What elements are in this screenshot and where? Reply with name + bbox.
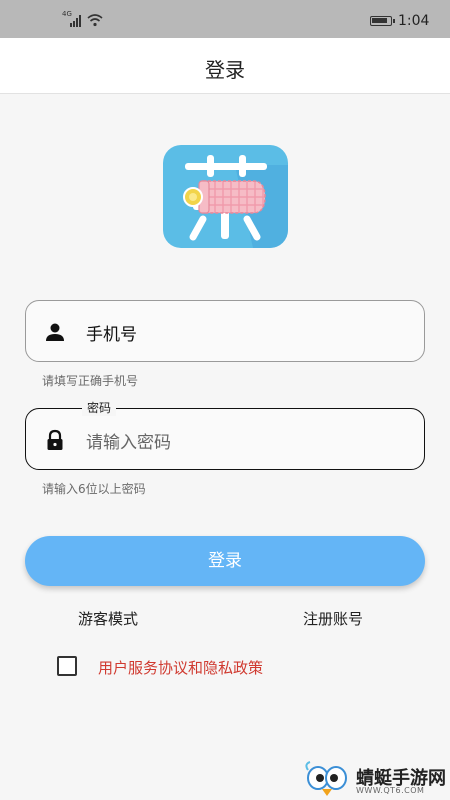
phone-input[interactable]: 手机号	[86, 320, 137, 345]
status-time: 1:04	[398, 13, 430, 29]
page-title: 登录	[205, 58, 245, 82]
agreement-link[interactable]: 用户服务协议和隐私政策	[98, 657, 263, 678]
login-button[interactable]: 登录	[25, 536, 425, 586]
battery-icon	[370, 16, 395, 26]
password-helper-text: 请输入6位以上密码	[42, 482, 146, 496]
phone-field[interactable]: 手机号	[25, 300, 425, 362]
app-logo	[163, 145, 288, 248]
lock-icon	[47, 429, 63, 450]
guest-mode-link[interactable]: 游客模式	[78, 608, 138, 629]
signal-icon	[70, 14, 103, 27]
register-link[interactable]: 注册账号	[303, 608, 363, 629]
watermark-url: WWW.QT6.COM	[356, 786, 425, 795]
phone-helper-text: 请填写正确手机号	[42, 374, 139, 388]
person-icon	[46, 323, 64, 341]
agreement-checkbox[interactable]	[57, 656, 77, 676]
app-bar: 登录	[0, 38, 450, 94]
password-field[interactable]: 密码 请输入密码	[25, 399, 425, 470]
password-label: 密码	[82, 399, 117, 416]
status-bar: 4G 1:04	[0, 0, 450, 38]
password-input[interactable]: 请输入密码	[86, 428, 171, 453]
